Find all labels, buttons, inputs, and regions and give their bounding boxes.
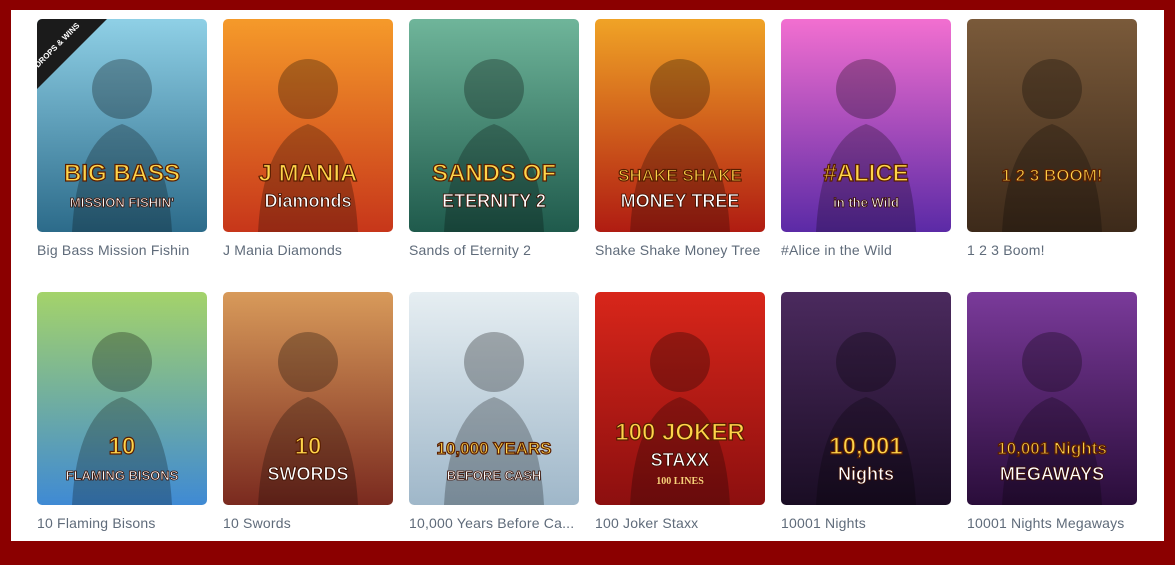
game-art: #ALICE in the Wild <box>781 19 951 232</box>
character-silhouette <box>278 59 338 119</box>
art-title-line1: 10,000 YEARS <box>437 439 552 458</box>
game-card[interactable]: 10 SWORDS 10 Swords <box>223 292 393 565</box>
game-art: 10,001 Nights <box>781 292 951 505</box>
art-title-line2: BEFORE CASH <box>447 468 542 483</box>
game-art: SANDS OF ETERNITY 2 <box>409 19 579 232</box>
art-title-line2: Nights <box>838 464 894 484</box>
art-title-line1: 100 JOKER <box>615 419 744 446</box>
art-title-line1: SHAKE SHAKE <box>618 166 742 185</box>
character-silhouette <box>92 332 152 392</box>
art-title-line1: 10,001 <box>829 433 902 460</box>
game-card[interactable]: #ALICE in the Wild #Alice in the Wild <box>781 19 951 292</box>
game-title[interactable]: 10001 Nights Megaways <box>967 515 1137 531</box>
game-title[interactable]: 1 2 3 Boom! <box>967 242 1137 258</box>
art-title-line2: MONEY TREE <box>621 191 740 211</box>
game-title[interactable]: 10 Flaming Bisons <box>37 515 207 531</box>
art-title-line2: MISSION FISHIN' <box>70 195 174 210</box>
art-title-line3: 100 LINES <box>656 476 704 487</box>
art-title-line2: STAXX <box>651 450 710 470</box>
art-title-line2: FLAMING BISONS <box>66 468 179 483</box>
game-thumbnail[interactable]: #ALICE in the Wild <box>781 19 951 232</box>
game-thumbnail[interactable]: SHAKE SHAKE MONEY TREE <box>595 19 765 232</box>
character-silhouette <box>650 59 710 119</box>
game-thumbnail[interactable]: 100 JOKER STAXX 100 LINES <box>595 292 765 505</box>
character-silhouette <box>836 332 896 392</box>
game-title[interactable]: Shake Shake Money Tree <box>595 242 765 258</box>
game-art: 1 2 3 BOOM! <box>967 19 1137 232</box>
game-card[interactable]: 1 2 3 BOOM! 1 2 3 Boom! <box>967 19 1137 292</box>
game-card[interactable]: J MANIA Diamonds J Mania Diamonds <box>223 19 393 292</box>
game-thumbnail[interactable]: DROPS & WINS BIG BASS MISSION FISHIN' <box>37 19 207 232</box>
character-silhouette <box>836 59 896 119</box>
game-thumbnail[interactable]: 10,001 Nights MEGAWAYS <box>967 292 1137 505</box>
character-silhouette <box>650 332 710 392</box>
game-card[interactable]: DROPS & WINS BIG BASS MISSION FISHIN' Big B… <box>37 19 207 292</box>
game-art: 10,000 YEARS BEFORE CASH <box>409 292 579 505</box>
game-title[interactable]: 10001 Nights <box>781 515 951 531</box>
game-thumbnail[interactable]: 10,001 Nights <box>781 292 951 505</box>
game-art: SHAKE SHAKE MONEY TREE <box>595 19 765 232</box>
character-silhouette <box>464 332 524 392</box>
game-title[interactable]: 10 Swords <box>223 515 393 531</box>
art-title-line1: 10 <box>295 433 322 460</box>
game-grid: DROPS & WINS BIG BASS MISSION FISHIN' Big B… <box>37 19 1137 565</box>
art-title-line2: SWORDS <box>268 464 349 484</box>
character-silhouette <box>464 59 524 119</box>
game-thumbnail[interactable]: 10 FLAMING BISONS <box>37 292 207 505</box>
game-thumbnail[interactable]: J MANIA Diamonds <box>223 19 393 232</box>
game-card[interactable]: 10,000 YEARS BEFORE CASH 10,000 Years Befo… <box>409 292 579 565</box>
game-art: 10 FLAMING BISONS <box>37 292 207 505</box>
game-card[interactable]: 10,001 Nights MEGAWAYS 10001 Nights Megawa… <box>967 292 1137 565</box>
art-title-line1: J MANIA <box>259 160 358 187</box>
art-title-line1: 1 2 3 BOOM! <box>1001 166 1102 185</box>
art-title-line2: in the Wild <box>833 195 899 210</box>
game-art: 10,001 Nights MEGAWAYS <box>967 292 1137 505</box>
game-title[interactable]: #Alice in the Wild <box>781 242 951 258</box>
art-title-line2: ETERNITY 2 <box>442 191 546 211</box>
art-title-line1: BIG BASS <box>64 160 180 187</box>
game-title[interactable]: J Mania Diamonds <box>223 242 393 258</box>
game-thumbnail[interactable]: 10,000 YEARS BEFORE CASH <box>409 292 579 505</box>
character-silhouette <box>1022 332 1082 392</box>
game-card[interactable]: SHAKE SHAKE MONEY TREE Shake Shake Money T… <box>595 19 765 292</box>
game-card[interactable]: SANDS OF ETERNITY 2 Sands of Eternity 2 <box>409 19 579 292</box>
art-title-line1: 10,001 Nights <box>997 439 1107 458</box>
game-art: J MANIA Diamonds <box>223 19 393 232</box>
game-thumbnail[interactable]: 1 2 3 BOOM! <box>967 19 1137 232</box>
game-thumbnail[interactable]: 10 SWORDS <box>223 292 393 505</box>
game-thumbnail[interactable]: SANDS OF ETERNITY 2 <box>409 19 579 232</box>
game-art: 100 JOKER STAXX 100 LINES <box>595 292 765 505</box>
character-silhouette <box>1022 59 1082 119</box>
game-art: DROPS & WINSBIG BASSMISSION FISHIN' <box>37 19 207 232</box>
game-grid-panel: DROPS & WINS BIG BASS MISSION FISHIN' Big B… <box>11 10 1164 541</box>
art-title-line1: #ALICE <box>823 160 908 187</box>
character-silhouette <box>278 332 338 392</box>
art-title-line2: MEGAWAYS <box>1000 464 1104 484</box>
game-card[interactable]: 10,001 Nights 10001 Nights <box>781 292 951 565</box>
game-title[interactable]: 100 Joker Staxx <box>595 515 765 531</box>
game-art: 10 SWORDS <box>223 292 393 505</box>
game-title[interactable]: Sands of Eternity 2 <box>409 242 579 258</box>
art-title-line1: 10 <box>109 433 136 460</box>
game-card[interactable]: 100 JOKER STAXX 100 LINES 100 Joker Staxx <box>595 292 765 565</box>
game-card[interactable]: 10 FLAMING BISONS 10 Flaming Bisons <box>37 292 207 565</box>
game-title[interactable]: 10,000 Years Before Ca... <box>409 515 579 531</box>
game-title[interactable]: Big Bass Mission Fishin <box>37 242 207 258</box>
art-title-line1: SANDS OF <box>432 160 556 187</box>
art-title-line2: Diamonds <box>264 191 351 211</box>
character-silhouette <box>92 59 152 119</box>
